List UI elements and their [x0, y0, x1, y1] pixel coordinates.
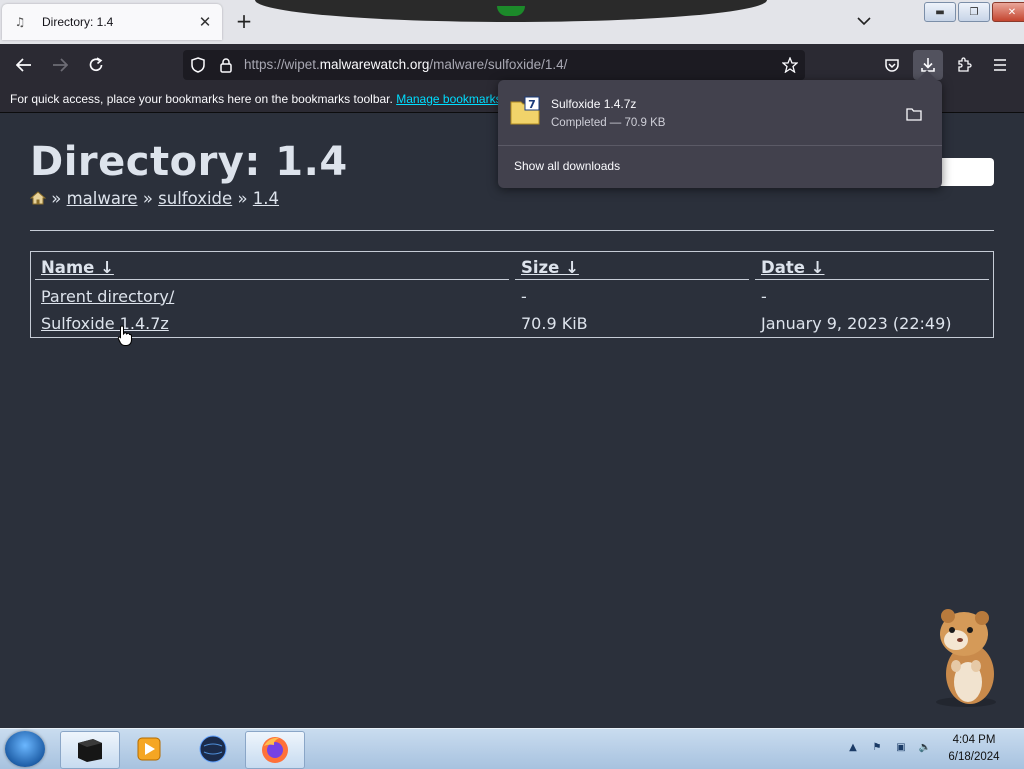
download-file-name: Sulfoxide 1.4.7z: [551, 97, 637, 111]
reload-icon[interactable]: [83, 53, 109, 77]
breadcrumb-malware[interactable]: malware: [67, 189, 138, 208]
breadcrumb-separator: »: [237, 189, 248, 208]
header-underline: [755, 279, 989, 280]
display-icon[interactable]: ▣: [893, 739, 909, 755]
breadcrumb-sulfoxide[interactable]: sulfoxide: [158, 189, 232, 208]
back-icon[interactable]: [11, 53, 37, 77]
taskbar-app-folder[interactable]: [60, 731, 120, 769]
media-player-icon: [137, 737, 161, 761]
volume-icon[interactable]: 🔈: [917, 739, 933, 755]
bookmark-star-icon[interactable]: [781, 56, 799, 74]
tab-strip: ♫ Directory: 1.4 ✕ + ▬ ❐ ✕: [0, 0, 1024, 44]
taskbar-app-firefox[interactable]: [245, 731, 305, 769]
tab-title: Directory: 1.4: [42, 15, 114, 29]
new-tab-icon[interactable]: +: [233, 9, 255, 33]
taskbar: ▲ ⚑ ▣ 🔈 4:04 PM 6/18/2024: [0, 728, 1024, 769]
manage-bookmarks-link[interactable]: Manage bookmarks...: [396, 92, 511, 106]
column-header-date[interactable]: Date ↓: [761, 258, 824, 277]
column-header-size[interactable]: Size ↓: [521, 258, 579, 277]
row-size: 70.9 KiB: [521, 314, 588, 333]
url-text[interactable]: https://wipet.malwarewatch.org/malware/s…: [244, 57, 567, 72]
lock-icon[interactable]: [217, 56, 235, 74]
tab-directory[interactable]: ♫ Directory: 1.4 ✕: [2, 4, 222, 40]
taskbar-app-media-player[interactable]: [120, 731, 178, 767]
header-underline: [35, 279, 509, 280]
row-date: -: [761, 287, 767, 306]
restore-window-button[interactable]: ❐: [958, 2, 990, 22]
download-item[interactable]: 7 Sulfoxide 1.4.7z Completed — 70.9 KB: [498, 86, 942, 142]
page-title: Directory: 1.4: [30, 139, 348, 185]
breadcrumb-separator: »: [142, 189, 153, 208]
system-tray: ▲ ⚑ ▣ 🔈: [845, 739, 933, 755]
close-tab-icon[interactable]: ✕: [194, 11, 216, 33]
search-input[interactable]: [940, 158, 994, 186]
tracking-protection-shield-icon[interactable]: [189, 56, 207, 74]
hand-cursor-icon: [117, 325, 132, 346]
divider: [498, 145, 942, 146]
row-name-link[interactable]: Sulfoxide 1.4.7z: [41, 314, 169, 333]
address-bar[interactable]: https://wipet.malwarewatch.org/malware/s…: [183, 50, 805, 80]
firefox-icon: [262, 737, 288, 763]
bookmarks-toolbar-message: For quick access, place your bookmarks h…: [10, 92, 512, 106]
column-header-name[interactable]: Name ↓: [41, 258, 114, 277]
row-date: January 9, 2023 (22:49): [761, 314, 952, 333]
list-all-tabs-icon[interactable]: [853, 10, 875, 32]
desktop-pet-hamster-icon: [936, 609, 996, 707]
divider: [30, 230, 994, 231]
clock-date: 6/18/2024: [948, 751, 1000, 763]
download-status: Completed — 70.9 KB: [551, 117, 666, 129]
row-size: -: [521, 287, 527, 306]
menu-hamburger-icon[interactable]: [987, 53, 1013, 77]
page-favicon-icon: ♫: [14, 15, 26, 29]
file-listing-table: Name ↓ Size ↓ Date ↓ Parent directory/ -…: [30, 251, 994, 338]
show-all-downloads-button[interactable]: Show all downloads: [514, 159, 620, 173]
row-name-link[interactable]: Parent directory/: [41, 287, 174, 306]
7z-archive-icon: 7: [510, 96, 540, 125]
taskbar-app-globe[interactable]: [184, 731, 242, 767]
close-window-button[interactable]: ✕: [992, 2, 1024, 22]
svg-text:7: 7: [528, 98, 536, 111]
open-folder-icon[interactable]: [904, 105, 924, 123]
clock-time: 4:04 PM: [952, 734, 996, 746]
globe-icon: [199, 735, 227, 763]
pocket-icon[interactable]: [879, 53, 905, 77]
downloads-panel: 7 Sulfoxide 1.4.7z Completed — 70.9 KB S…: [498, 80, 942, 188]
show-hidden-icons-icon[interactable]: ▲: [845, 739, 861, 755]
minimize-window-button[interactable]: ▬: [924, 2, 956, 22]
breadcrumb: » malware » sulfoxide » 1.4: [29, 189, 279, 208]
forward-icon[interactable]: [47, 53, 73, 77]
breadcrumb-separator: »: [51, 189, 62, 208]
theme-decoration: [255, 0, 767, 22]
breadcrumb-current[interactable]: 1.4: [253, 189, 279, 208]
home-icon[interactable]: [29, 190, 47, 205]
start-button[interactable]: [5, 731, 45, 767]
system-clock[interactable]: 4:04 PM 6/18/2024: [932, 732, 1016, 766]
header-underline: [515, 279, 749, 280]
page-content: Directory: 1.4 » malware » sulfoxide » 1…: [0, 113, 1024, 728]
action-center-flag-icon[interactable]: ⚑: [869, 739, 885, 755]
black-cube-app-icon: [78, 739, 102, 762]
extensions-icon[interactable]: [951, 53, 977, 77]
